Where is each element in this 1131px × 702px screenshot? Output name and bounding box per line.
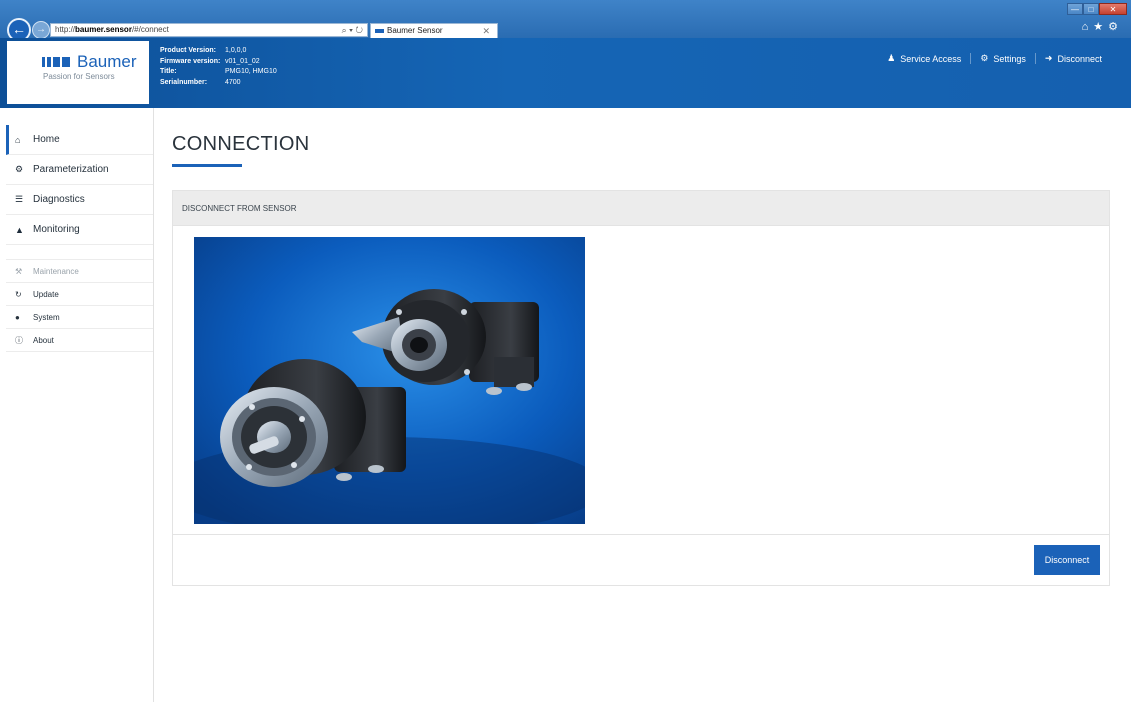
sidebar-item-label: About	[33, 335, 54, 345]
forward-arrow-icon[interactable]: →	[32, 21, 50, 39]
list-icon: ☰	[15, 194, 24, 204]
sidebar-item-label: Home	[33, 134, 60, 145]
encoder-product-image	[194, 237, 585, 524]
info-serialnumber: Serialnumber: 4700	[160, 78, 241, 86]
cogs-icon: ⚙	[15, 164, 24, 174]
info-firmware-version: Firmware version: v01_01_02	[160, 57, 260, 65]
sidebar-divider	[6, 245, 153, 260]
user-icon: ♟	[887, 53, 896, 63]
gear-icon[interactable]: ⚙	[1108, 21, 1123, 33]
logo-brand: Baumer	[77, 52, 137, 71]
disconnect-label: Disconnect	[1057, 53, 1102, 64]
info-title: Title: PMG10, HMG10	[160, 68, 277, 75]
browser-toolbar-icons: ⌂★⚙	[1082, 20, 1123, 33]
sidebar-item-system[interactable]: ● System	[6, 306, 153, 329]
sidebar-item-label: Parameterization	[33, 164, 109, 175]
url-prefix: http://	[55, 25, 76, 34]
sidebar-item-update[interactable]: ↻ Update	[6, 283, 153, 306]
home-icon: ⌂	[15, 134, 21, 145]
window-controls: — □ ✕	[1067, 3, 1127, 15]
gear-icon: ⚙	[980, 53, 989, 63]
info-icon: ⓘ	[15, 335, 23, 345]
disconnect-link[interactable]: ➜ Disconnect	[1034, 53, 1111, 64]
disconnect-panel: DISCONNECT FROM SENSOR Disconnect	[172, 190, 1110, 586]
sidebar-item-label: Monitoring	[33, 224, 80, 235]
sidebar: ⌂ Home ⚙ Parameterization ☰ Diagnostics …	[6, 108, 154, 702]
sidebar-item-parameterization[interactable]: ⚙ Parameterization	[6, 155, 153, 185]
app-header: Baumer Passion for Sensors Product Versi…	[0, 38, 1131, 108]
page-title: CONNECTION	[172, 133, 310, 155]
address-bar[interactable]: http://baumer.sensor/#/connect ⌕ ▾ ↻	[50, 23, 368, 37]
title-underline	[172, 164, 242, 167]
settings-link[interactable]: ⚙ Settings	[970, 53, 1035, 64]
tab-title: Baumer Sensor	[387, 26, 443, 35]
logo-mark-icon	[42, 57, 70, 67]
panel-footer: Disconnect	[173, 534, 1109, 585]
sidebar-item-diagnostics[interactable]: ☰ Diagnostics	[6, 185, 153, 215]
tab-close-icon[interactable]: ✕	[482, 24, 490, 38]
sidebar-item-maintenance: ⚒ Maintenance	[6, 260, 153, 283]
area-chart-icon: ▲	[15, 224, 24, 235]
sidebar-item-label: Update	[33, 289, 59, 299]
info-product-version: Product Version: 1,0,0,0	[160, 47, 247, 54]
url-path: /#/connect	[131, 25, 169, 34]
close-window-button[interactable]: ✕	[1099, 3, 1127, 15]
sidebar-item-about[interactable]: ⓘ About	[6, 329, 153, 352]
minimize-button[interactable]: —	[1067, 3, 1083, 15]
refresh-icon: ↻	[15, 289, 22, 299]
address-tools[interactable]: ⌕ ▾ ↻	[342, 24, 363, 36]
service-access-link[interactable]: ♟ Service Access	[878, 53, 970, 64]
system-icon: ●	[15, 312, 20, 322]
url-host: baumer.sensor	[75, 25, 132, 34]
sign-out-icon: ➜	[1044, 53, 1053, 63]
service-access-label: Service Access	[900, 53, 962, 64]
sensor-info: Product Version: 1,0,0,0 Firmware version…	[160, 46, 277, 88]
maximize-button[interactable]: □	[1083, 3, 1099, 15]
sidebar-item-label: Maintenance	[33, 266, 79, 276]
baumer-logo[interactable]: Baumer Passion for Sensors	[7, 41, 149, 104]
disconnect-button[interactable]: Disconnect	[1034, 545, 1100, 575]
sidebar-item-home[interactable]: ⌂ Home	[6, 125, 153, 155]
sidebar-item-label: System	[33, 312, 60, 322]
browser-chrome: ← → http://baumer.sensor/#/connect ⌕ ▾ ↻…	[0, 0, 1131, 42]
settings-label: Settings	[993, 53, 1026, 64]
header-menu: ♟ Service Access ⚙ Settings ➜ Disconnect	[878, 53, 1111, 64]
logo-tagline: Passion for Sensors	[43, 72, 115, 81]
star-icon[interactable]: ★	[1093, 21, 1108, 33]
sidebar-item-label: Diagnostics	[33, 194, 85, 205]
favicon-icon	[375, 29, 384, 33]
wrench-icon: ⚒	[15, 266, 23, 276]
home-icon[interactable]: ⌂	[1082, 21, 1094, 33]
sidebar-item-monitoring[interactable]: ▲ Monitoring	[6, 215, 153, 245]
panel-title: DISCONNECT FROM SENSOR	[173, 191, 1109, 226]
browser-tab[interactable]: Baumer Sensor ✕	[370, 23, 498, 38]
